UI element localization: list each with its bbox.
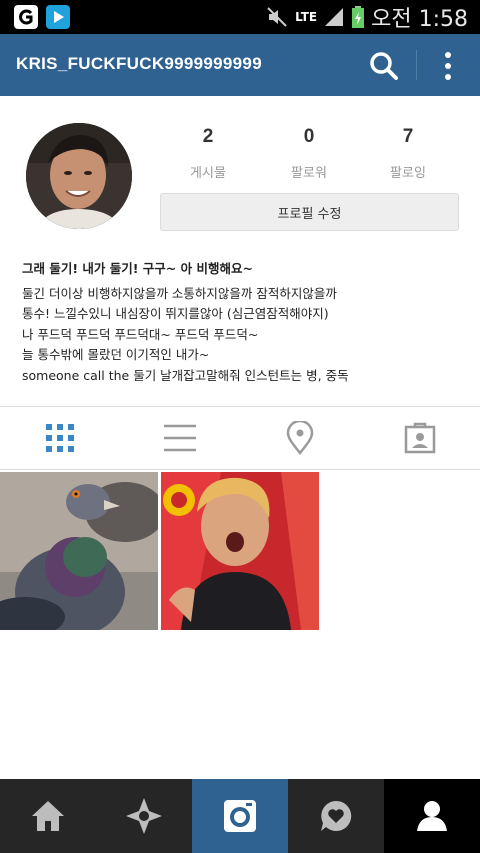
camera-icon [224,800,256,832]
app-bar: KRIS_FUCKFUCK9999999999 [0,34,480,96]
location-icon [286,421,314,455]
posts-label: 게시물 [190,166,226,181]
appbar-divider [416,50,417,80]
battery-icon [352,6,365,28]
bio-line: 늘 통수밖에 몰랐던 이기적인 내가~ [22,347,210,362]
following-label: 팔로잉 [390,166,426,181]
bio-line: 통수! 느낄수있니 내심장이 뛰지를않아 (심근염잠적해야지) [22,306,329,321]
avatar[interactable] [26,123,132,229]
nav-explore[interactable] [96,779,192,853]
more-vert-icon[interactable] [436,50,460,82]
profile-bio: 그래 둘기! 내가 둘기! 구구~ 아 비행해요~ 둘긴 더이상 비행하지않을까… [22,259,462,386]
followers-stat[interactable]: 0 팔로워 [259,126,359,181]
nav-activity[interactable] [288,779,384,853]
nav-profile[interactable] [384,779,480,853]
tagged-icon [404,422,436,454]
following-count: 7 [402,126,414,147]
posts-stat[interactable]: 2 게시물 [158,126,258,181]
explore-icon [126,798,162,834]
status-bar: LTE 오전 1:58 [0,0,480,34]
play-store-icon [46,5,70,29]
post-thumbnail-pigeon[interactable] [0,472,158,630]
profile-view-tabs [0,406,480,470]
clock: 오전 1:58 [371,7,468,32]
signal-icon [325,8,344,26]
network-type: LTE [295,10,318,24]
edit-profile-button[interactable]: 프로필 수정 [160,193,459,231]
profile-icon [417,801,447,831]
tab-location[interactable] [240,407,360,469]
grid-icon [46,424,74,452]
bio-line: someone call the 둘기 날개잡고말해줘 인스턴트는 병, 중독 [22,367,349,383]
tab-list[interactable] [120,407,240,469]
app-notification-icon [14,5,38,29]
bio-name: 그래 둘기! 내가 둘기! 구구~ 아 비행해요~ [22,261,253,276]
activity-icon [321,800,352,831]
list-icon [164,424,196,452]
home-icon [32,801,64,831]
following-stat[interactable]: 7 팔로잉 [358,126,458,181]
posts-count: 2 [202,126,214,147]
bottom-navigation [0,779,480,853]
profile-username: KRIS_FUCKFUCK9999999999 [16,54,262,73]
nav-home[interactable] [0,779,96,853]
bio-line: 나 푸드덕 푸드덕 푸드덕대~ 푸드덕 푸드덕~ [22,326,259,342]
mute-icon [267,7,287,27]
tab-tagged[interactable] [360,407,480,469]
nav-camera[interactable] [192,779,288,853]
bio-line: 둘긴 더이상 비행하지않을까 소통하지않을까 잠적하지않을까 [22,285,337,301]
search-icon[interactable] [368,50,400,82]
followers-label: 팔로워 [291,166,327,181]
tab-grid[interactable] [0,407,120,469]
post-thumbnail-person[interactable] [161,472,319,630]
followers-count: 0 [303,126,315,147]
